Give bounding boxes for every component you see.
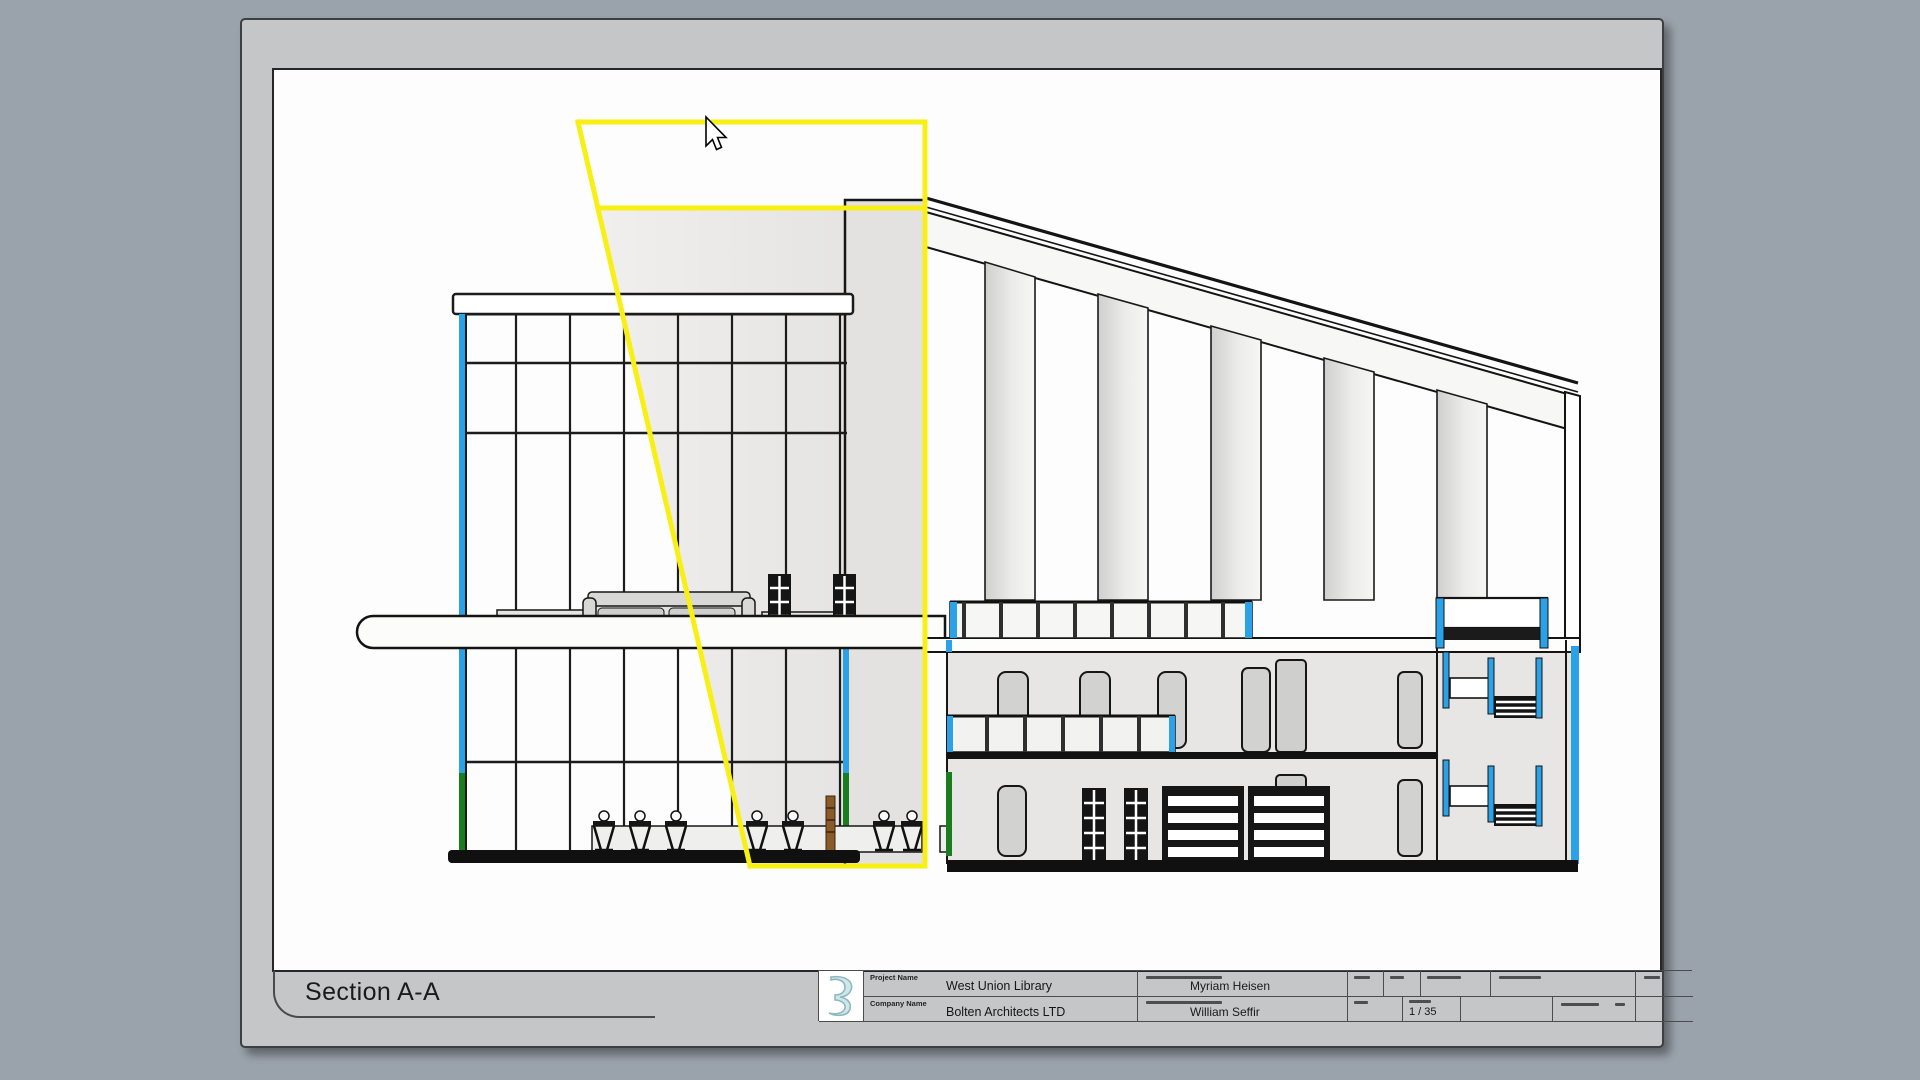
company-name-label: Company Name (870, 999, 927, 1008)
field-dash (1354, 1001, 1368, 1004)
view-title-tab[interactable]: Section A-A (273, 971, 655, 1018)
company-name-value: Bolten Architects LTD (946, 1005, 1065, 1019)
field-dash (1409, 1000, 1431, 1003)
bolten-architects-logo-icon (824, 974, 858, 1018)
paper[interactable] (272, 68, 1662, 972)
field-dash (1561, 1003, 1599, 1006)
company-logo-cell (819, 971, 864, 1021)
sheet-number: 1 / 35 (1409, 1006, 1437, 1018)
app-canvas: Section A-A Project Name West Union Libr… (0, 0, 1920, 1080)
view-title-label: Section A-A (275, 971, 655, 1007)
signature-line (1146, 1001, 1222, 1004)
title-block-row-2: Company Name Bolten Architects LTD Willi… (864, 996, 1693, 1021)
field-dash (1390, 976, 1404, 979)
project-name-value: West Union Library (946, 979, 1052, 993)
checker-name: William Seffir (1190, 1005, 1260, 1019)
designer-name: Myriam Heisen (1190, 979, 1270, 993)
field-dash (1644, 976, 1660, 979)
title-block-bottom-rule (819, 1021, 1693, 1022)
field-dash (1354, 976, 1370, 979)
project-name-label: Project Name (870, 973, 918, 982)
title-block: Project Name West Union Library Myriam H… (818, 970, 1692, 1021)
field-dash (1499, 976, 1541, 979)
field-dash (1427, 976, 1461, 979)
title-block-row-1: Project Name West Union Library Myriam H… (864, 971, 1693, 996)
field-dash (1615, 1003, 1625, 1006)
